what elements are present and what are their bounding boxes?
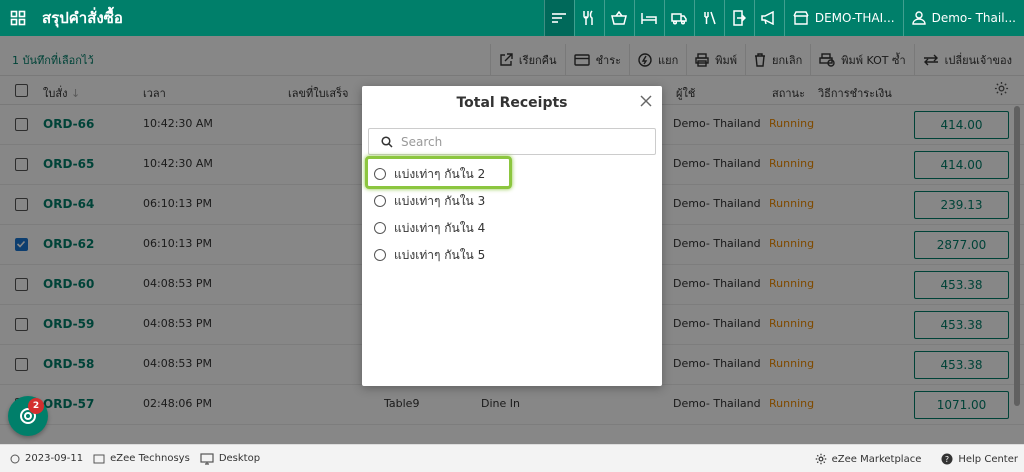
marketplace-gear-icon — [815, 453, 826, 465]
desktop-icon — [200, 452, 214, 465]
split-option-5[interactable]: แบ่งเท่าๆ กันใน 5 — [374, 245, 485, 265]
search-input[interactable] — [401, 134, 641, 149]
svg-text:?: ? — [945, 455, 949, 464]
user-icon — [911, 11, 926, 25]
footer-date: 2023-09-11 — [25, 453, 84, 464]
search-box — [368, 128, 656, 155]
total-receipts-modal: Total Receipts แบ่งเท่าๆ กันใน 2 แบ่งเท่… — [362, 86, 662, 386]
order-summary-icon[interactable] — [543, 0, 574, 36]
marketplace-link[interactable]: eZee Marketplace — [815, 453, 921, 465]
split-option-3[interactable]: แบ่งเท่าๆ กันใน 3 — [374, 191, 485, 211]
search-icon — [381, 135, 393, 148]
radio-button[interactable] — [374, 249, 386, 261]
apps-grid-icon[interactable] — [0, 0, 36, 36]
store-icon — [793, 11, 809, 25]
radio-button[interactable] — [374, 195, 386, 207]
user-menu[interactable]: Demo- Thail... — [902, 0, 1024, 36]
location-name: DEMO-THAI... — [814, 11, 895, 25]
clock-icon — [10, 454, 20, 463]
help-center-link[interactable]: ? Help Center — [941, 453, 1018, 465]
page-title: สรุปคำสั่งซื้อ — [42, 9, 123, 27]
help-icon: ? — [941, 453, 953, 465]
option-highlight-outline — [365, 156, 512, 189]
announcement-icon[interactable] — [753, 0, 784, 36]
top-header: สรุปคำสั่งซื้อ DEMO-THAI... Demo- Thail.… — [0, 0, 1024, 36]
no-service-icon[interactable] — [693, 0, 724, 36]
basket-icon[interactable] — [603, 0, 634, 36]
notification-badge: 2 — [28, 398, 44, 414]
location-selector[interactable]: DEMO-THAI... — [783, 0, 903, 36]
modal-title: Total Receipts — [456, 95, 568, 111]
footer-bar: 2023-09-11 eZee Technosys Desktop eZee M… — [0, 444, 1024, 472]
footer-company: eZee Technosys — [110, 453, 190, 464]
exit-door-icon[interactable] — [723, 0, 754, 36]
close-icon[interactable] — [640, 95, 654, 109]
split-option-4[interactable]: แบ่งเท่าๆ กันใน 4 — [374, 218, 485, 238]
radio-button[interactable] — [374, 222, 386, 234]
restaurant-icon[interactable] — [573, 0, 604, 36]
footer-device: Desktop — [218, 453, 261, 464]
delivery-truck-icon[interactable] — [663, 0, 694, 36]
company-logo-icon — [93, 454, 105, 463]
room-bed-icon[interactable] — [633, 0, 664, 36]
user-name: Demo- Thail... — [931, 11, 1016, 25]
